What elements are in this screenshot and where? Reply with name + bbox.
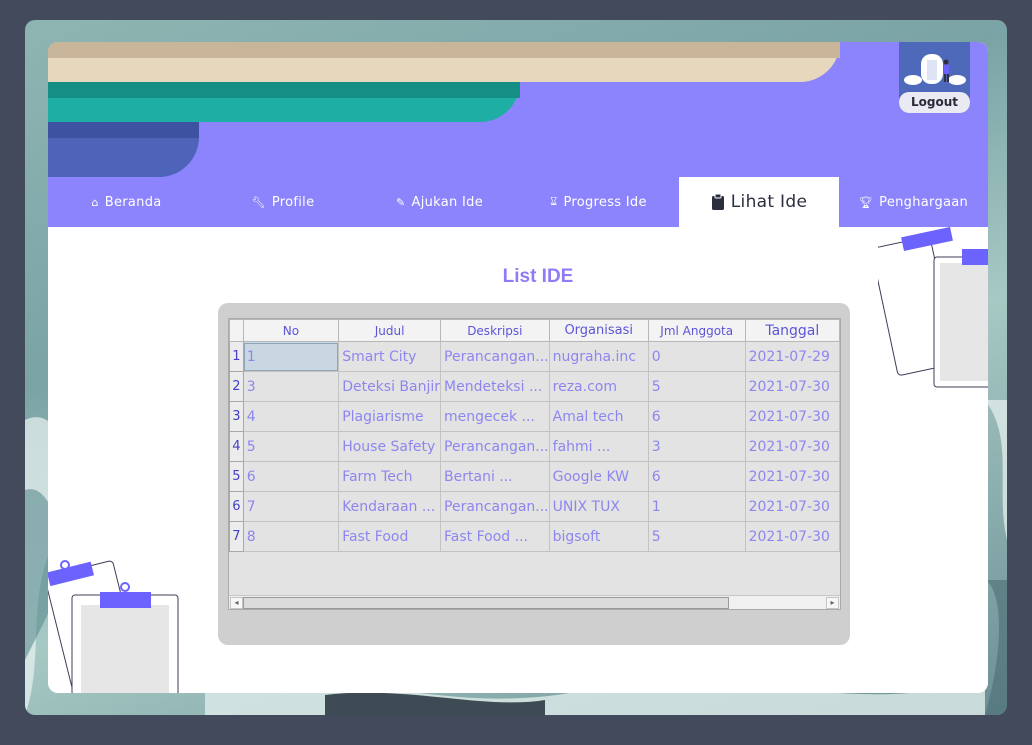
nav-penghargaan[interactable]: 🏆︎ Penghargaan [839, 177, 988, 227]
cell-organisasi[interactable]: reza.com [548, 371, 649, 402]
header-stripe [48, 122, 199, 138]
cell-deskripsi[interactable]: mengecek ... [440, 401, 550, 432]
cell-judul[interactable]: House Safety [338, 431, 442, 462]
column-header[interactable]: Deskripsi [440, 319, 550, 342]
cell-judul[interactable]: Plagiarisme [338, 401, 442, 432]
page-title: List IDE [502, 266, 574, 287]
cell-no[interactable]: 3 [242, 371, 340, 402]
row-number: 7 [229, 521, 244, 552]
scrollbar-thumb[interactable] [243, 597, 729, 609]
cell-organisasi[interactable]: Amal tech [548, 401, 649, 432]
corner-cell [229, 319, 244, 342]
row-number: 4 [229, 431, 244, 462]
hourglass-icon: ⌛︎ [550, 195, 558, 208]
nav-label: Lihat Ide [730, 192, 808, 212]
cell-tanggal[interactable]: 2021-07-29 [744, 341, 841, 372]
app-window: Logout ⌂ Beranda 🔧︎ Profile ✎ Ajukan Ide… [48, 42, 988, 693]
cell-tanggal[interactable]: 2021-07-30 [744, 461, 841, 492]
row-number: 5 [229, 461, 244, 492]
cell-organisasi[interactable]: fahmi ... [548, 431, 649, 462]
table-row[interactable]: 1 1 Smart City Perancangan... nugraha.in… [229, 341, 841, 372]
nav-label: Beranda [104, 194, 162, 210]
table-row[interactable]: 5 6 Farm Tech Bertani ... Google KW 6 20… [229, 461, 841, 492]
clipboard-illustration [878, 227, 988, 388]
cell-deskripsi[interactable]: Perancangan... [440, 491, 550, 522]
cell-no[interactable]: 4 [242, 401, 340, 432]
cell-organisasi[interactable]: UNIX TUX [548, 491, 649, 522]
cell-tanggal[interactable]: 2021-07-30 [744, 431, 841, 462]
cell-judul[interactable]: Deteksi Banjir [338, 371, 442, 402]
horizontal-scrollbar[interactable]: ◂ ▸ [229, 595, 840, 609]
nav-label: Profile [271, 194, 315, 210]
column-header[interactable]: Organisasi [548, 319, 649, 342]
nav-lihat-ide[interactable]: Lihat Ide [679, 177, 839, 227]
nav-label: Progress Ide [563, 194, 647, 210]
cell-jml-anggota[interactable]: 6 [647, 461, 746, 492]
door-exit-icon [899, 42, 970, 92]
cell-judul[interactable]: Kendaraan ... [338, 491, 442, 522]
cell-no[interactable]: 7 [242, 491, 340, 522]
cell-no[interactable]: 6 [242, 461, 340, 492]
cell-judul[interactable]: Farm Tech [338, 461, 442, 492]
table-panel: No Judul Deskripsi Organisasi Jml Anggot… [218, 303, 850, 645]
cell-organisasi[interactable]: Google KW [548, 461, 649, 492]
main-nav: ⌂ Beranda 🔧︎ Profile ✎ Ajukan Ide ⌛︎ Pro… [48, 177, 988, 227]
cell-judul[interactable]: Smart City [338, 341, 442, 372]
cell-organisasi[interactable]: nugraha.inc [548, 341, 649, 372]
cell-judul[interactable]: Fast Food [338, 521, 442, 552]
scroll-right-arrow-icon[interactable]: ▸ [826, 597, 839, 609]
nav-progress-ide[interactable]: ⌛︎ Progress Ide [518, 177, 679, 227]
cell-organisasi[interactable]: bigsoft [548, 521, 649, 552]
idea-table: No Judul Deskripsi Organisasi Jml Anggot… [228, 318, 841, 610]
table-row[interactable]: 6 7 Kendaraan ... Perancangan... UNIX TU… [229, 491, 841, 522]
clipboard-icon [711, 193, 724, 210]
cell-tanggal[interactable]: 2021-07-30 [744, 521, 841, 552]
header-stripe [48, 82, 520, 98]
cell-no[interactable]: 5 [242, 431, 340, 462]
scroll-left-arrow-icon[interactable]: ◂ [230, 597, 243, 609]
cell-jml-anggota[interactable]: 3 [647, 431, 746, 462]
header-stripe [48, 42, 840, 58]
table-row[interactable]: 2 3 Deteksi Banjir Mendeteksi ... reza.c… [229, 371, 841, 402]
cell-tanggal[interactable]: 2021-07-30 [744, 371, 841, 402]
cell-jml-anggota[interactable]: 5 [647, 521, 746, 552]
row-number: 2 [229, 371, 244, 402]
cell-deskripsi[interactable]: Fast Food ... [440, 521, 550, 552]
column-header[interactable]: Tanggal [744, 319, 841, 342]
trophy-icon: 🏆︎ [858, 195, 874, 209]
column-header[interactable]: Judul [338, 319, 442, 342]
cell-no[interactable]: 8 [242, 521, 340, 552]
nav-ajukan-ide[interactable]: ✎ Ajukan Ide [361, 177, 518, 227]
cell-jml-anggota[interactable]: 5 [647, 371, 746, 402]
table-row[interactable]: 4 5 House Safety Perancangan... fahmi ..… [229, 431, 841, 462]
row-number: 1 [229, 341, 244, 372]
table-row[interactable]: 3 4 Plagiarisme mengecek ... Amal tech 6… [229, 401, 841, 432]
nav-profile[interactable]: 🔧︎ Profile [205, 177, 361, 227]
home-icon: ⌂ [91, 195, 99, 209]
nav-label: Ajukan Ide [411, 194, 483, 210]
nav-beranda[interactable]: ⌂ Beranda [48, 177, 205, 227]
logout-button[interactable]: Logout [899, 42, 970, 113]
row-number: 3 [229, 401, 244, 432]
table-row[interactable]: 7 8 Fast Food Fast Food ... bigsoft 5 20… [229, 521, 841, 552]
column-header[interactable]: Jml Anggota [647, 319, 746, 342]
cell-tanggal[interactable]: 2021-07-30 [744, 401, 841, 432]
cell-no[interactable]: 1 [242, 341, 340, 372]
nav-label: Penghargaan [879, 194, 969, 210]
cell-deskripsi[interactable]: Perancangan... [440, 431, 550, 462]
table-header-row: No Judul Deskripsi Organisasi Jml Anggot… [229, 319, 841, 342]
wrench-icon: 🔧︎ [251, 195, 266, 209]
cell-jml-anggota[interactable]: 6 [647, 401, 746, 432]
cell-deskripsi[interactable]: Perancangan... [440, 341, 550, 372]
cell-deskripsi[interactable]: Bertani ... [440, 461, 550, 492]
cell-jml-anggota[interactable]: 0 [647, 341, 746, 372]
row-number: 6 [229, 491, 244, 522]
edit-icon: ✎ [396, 195, 406, 209]
cell-tanggal[interactable]: 2021-07-30 [744, 491, 841, 522]
clipboard-illustration [48, 560, 179, 693]
cell-deskripsi[interactable]: Mendeteksi ... [440, 371, 550, 402]
cell-jml-anggota[interactable]: 1 [647, 491, 746, 522]
column-header[interactable]: No [242, 319, 340, 342]
logout-label: Logout [899, 92, 970, 113]
